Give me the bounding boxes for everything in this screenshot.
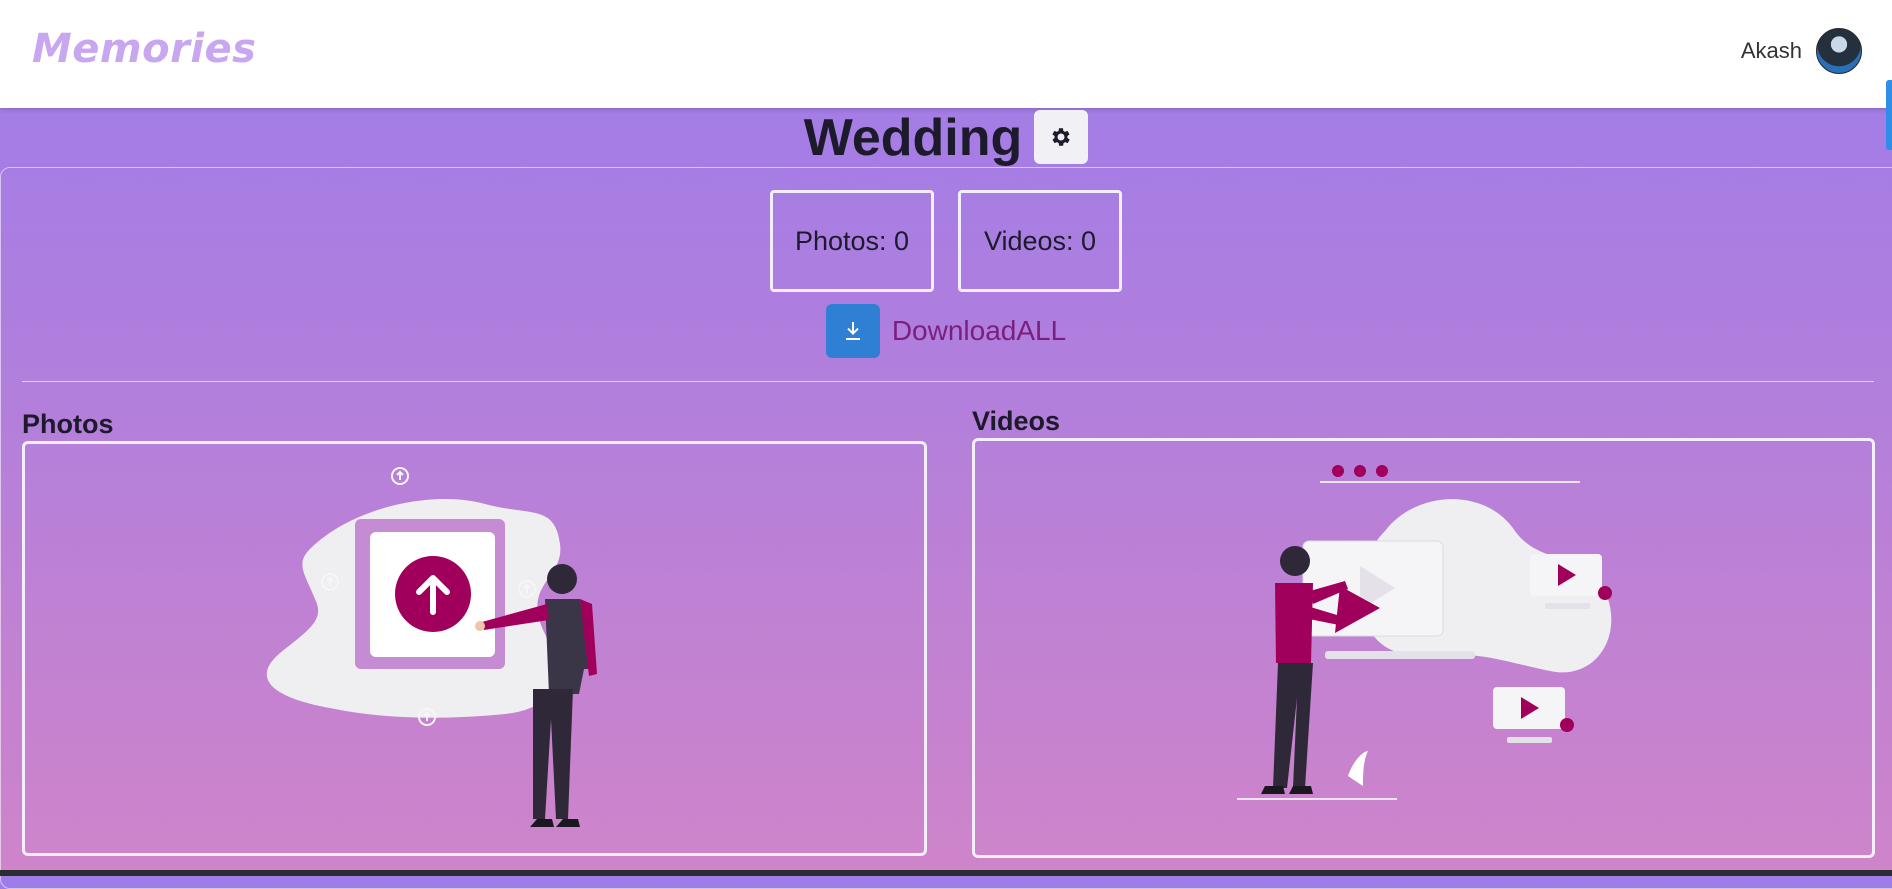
- videos-count: Videos: 0: [958, 190, 1122, 292]
- user-name[interactable]: Akash: [1741, 38, 1802, 64]
- download-all-label[interactable]: DownloadALL: [892, 315, 1066, 347]
- top-navbar: Memories Akash: [0, 0, 1892, 108]
- video-upload-illustration: [1237, 465, 1612, 800]
- user-menu[interactable]: Akash: [1741, 28, 1862, 74]
- photos-upload-area[interactable]: [22, 441, 927, 856]
- avatar[interactable]: [1816, 28, 1862, 74]
- download-icon: [845, 322, 860, 340]
- media-counts: Photos: 0 Videos: 0: [0, 190, 1892, 292]
- settings-button[interactable]: [1034, 110, 1089, 164]
- videos-section-title: Videos: [972, 406, 1061, 436]
- page-title: Wedding: [803, 109, 1023, 167]
- videos-upload-area[interactable]: [972, 438, 1875, 858]
- download-all: DownloadALL: [0, 304, 1892, 358]
- brand-logo[interactable]: Memories: [32, 26, 256, 72]
- gear-icon: [1052, 128, 1070, 146]
- download-all-button[interactable]: [825, 304, 880, 358]
- taskbar-edge: [0, 870, 1892, 876]
- section-divider: [22, 381, 1874, 382]
- upload-illustration: [266, 467, 597, 827]
- photos-section-title: Photos: [22, 409, 114, 439]
- event-header: Wedding: [0, 108, 1892, 168]
- photos-count: Photos: 0: [770, 190, 934, 292]
